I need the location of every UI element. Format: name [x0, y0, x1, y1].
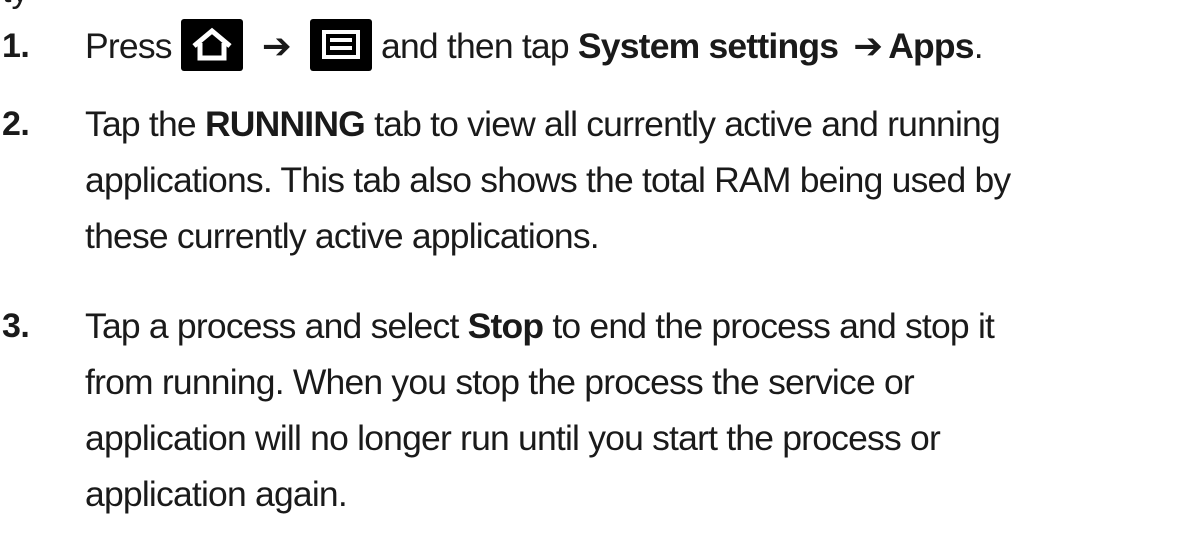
document-page: ty 1. Press ➔	[0, 0, 1204, 556]
step-2-line-1: Tap the RUNNING tab to view all currentl…	[85, 98, 1001, 150]
home-icon	[180, 18, 243, 71]
step-3-line-2: from running. When you stop the process …	[85, 362, 915, 402]
step-1-line-1: Press ➔ and then tap System settings ➔ A…	[85, 18, 984, 75]
stop-label: Stop	[467, 306, 544, 346]
step-2-line-3: these currently active applications.	[85, 216, 600, 256]
period: .	[973, 26, 984, 66]
step-3-line-1: Tap a process and select Stop to end the…	[85, 300, 995, 352]
tap-a-process-text: Tap a process and select	[85, 306, 459, 346]
system-settings-label: System settings	[577, 26, 839, 66]
and-then-tap-text: and then tap	[381, 26, 570, 66]
step-number: 3.	[2, 307, 30, 345]
step-number: 1.	[2, 27, 30, 65]
arrow-icon: ➔	[853, 26, 883, 66]
step-3-line-1-rest: to end the process and stop it	[552, 306, 995, 346]
step-3-line-4: application again.	[85, 474, 348, 514]
running-label: RUNNING	[204, 104, 366, 144]
arrow-icon: ➔	[261, 26, 292, 66]
menu-icon	[309, 18, 372, 71]
step-2-line-1-rest: tab to view all currently active and run…	[374, 104, 1001, 144]
clipped-previous-line: ty	[0, 0, 40, 14]
step-2-line-2: applications. This tab also shows the to…	[85, 160, 1011, 200]
apps-label: Apps	[888, 26, 974, 66]
clipped-previous-glyph: ty	[2, 0, 28, 8]
step-3-line-3: application will no longer run until you…	[85, 418, 941, 458]
tap-the-text: Tap the	[85, 104, 197, 144]
press-text: Press	[85, 26, 173, 66]
step-number: 2.	[2, 105, 30, 143]
